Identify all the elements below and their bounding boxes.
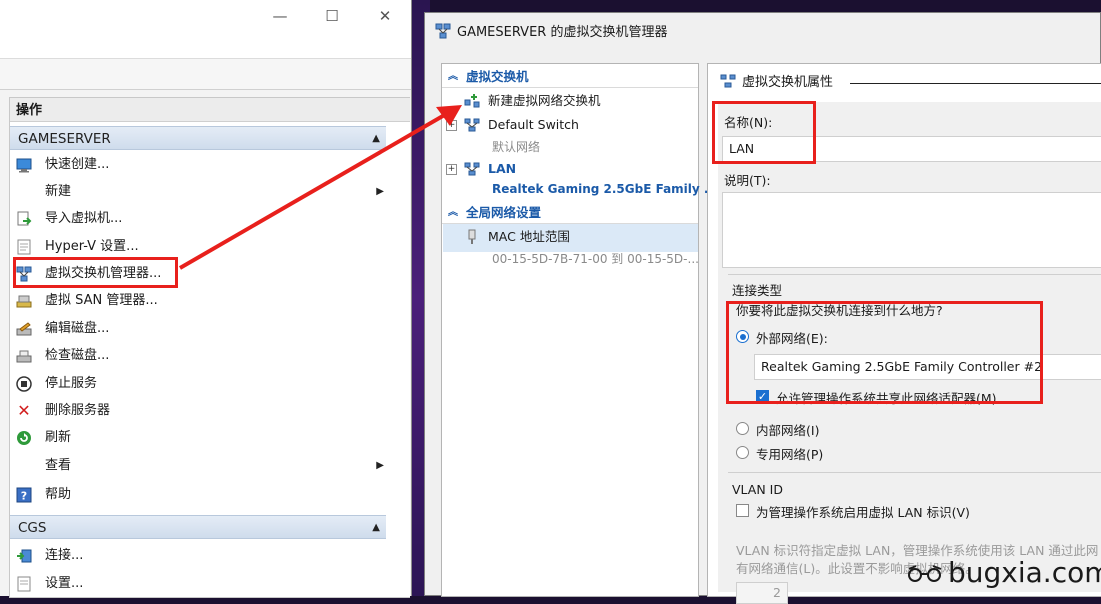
annotation-arrow xyxy=(178,105,462,270)
watermark: bugxia.com xyxy=(948,556,1101,589)
glasses-logo-icon xyxy=(908,565,942,582)
